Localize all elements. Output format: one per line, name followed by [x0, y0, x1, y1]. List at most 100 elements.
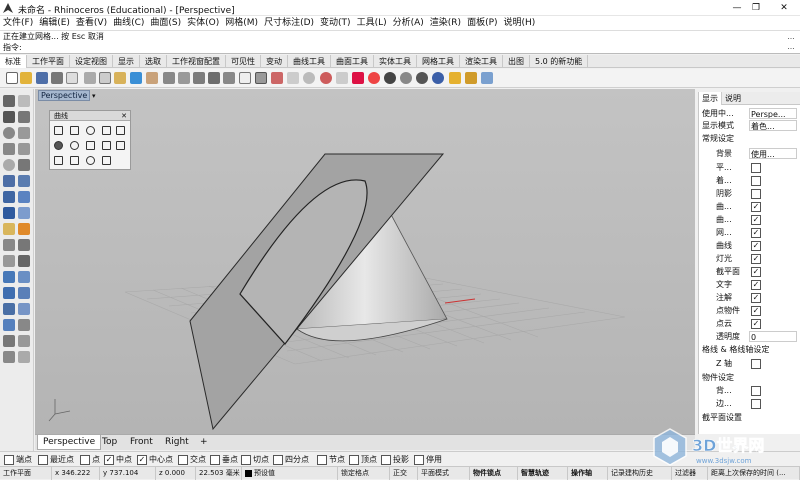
menu-view[interactable]: 查看(V)	[73, 16, 110, 30]
viewport-4-icon[interactable]	[239, 72, 251, 84]
curve-tool-1-icon[interactable]	[54, 126, 63, 135]
osnap-disable[interactable]: 停用	[414, 454, 442, 465]
osnap-intersection[interactable]: 交点	[178, 454, 206, 465]
select-arrow-icon[interactable]	[3, 95, 15, 107]
checkbox[interactable]	[751, 189, 761, 199]
command-options-toggle[interactable]: …	[785, 42, 797, 52]
open-folder-icon[interactable]	[20, 72, 32, 84]
grid-icon[interactable]	[255, 72, 267, 84]
surface-corner-icon[interactable]	[3, 175, 15, 187]
text-icon[interactable]	[18, 319, 30, 331]
group-icon[interactable]	[3, 351, 15, 363]
osnap-vertex[interactable]: 顶点	[349, 454, 377, 465]
add-viewport-button[interactable]: +	[195, 435, 213, 450]
perspective-viewport[interactable]	[35, 89, 695, 434]
floating-toolbar-close-icon[interactable]: ✕	[121, 111, 127, 121]
array-icon[interactable]	[18, 303, 30, 315]
surface-edges-icon[interactable]	[18, 175, 30, 187]
tab-viewport-layout[interactable]: 工作视窗配置	[167, 55, 226, 68]
mesh-icon[interactable]	[3, 207, 15, 219]
new-file-icon[interactable]	[6, 72, 18, 84]
menu-render[interactable]: 渲染(R)	[427, 16, 464, 30]
osnap-near[interactable]: 最近点	[38, 454, 74, 465]
tab-curve-tools[interactable]: 曲线工具	[288, 55, 331, 68]
checkbox[interactable]	[210, 454, 220, 465]
checkbox[interactable]	[273, 454, 283, 465]
select-icon[interactable]	[271, 72, 283, 84]
freeform-icon[interactable]	[18, 159, 30, 171]
polyline-icon[interactable]	[3, 111, 15, 123]
pan-hand-icon[interactable]	[146, 72, 158, 84]
copy-icon[interactable]	[99, 72, 111, 84]
checkbox-checked[interactable]: ✓	[104, 454, 114, 465]
checkbox-checked[interactable]: ✓	[751, 215, 761, 225]
curve-tool-5-icon[interactable]	[116, 126, 125, 135]
rendered-sphere-icon[interactable]	[416, 72, 428, 84]
curve-icon[interactable]	[18, 111, 30, 123]
curve-tool-11-icon[interactable]	[54, 156, 63, 165]
osnap-center[interactable]: ✓ 中心点	[137, 454, 173, 465]
solid-icon[interactable]	[18, 207, 30, 219]
light-bulb-icon[interactable]	[449, 72, 461, 84]
curve-tool-10-icon[interactable]	[116, 141, 125, 150]
checkbox[interactable]	[751, 399, 761, 409]
display-mode-select[interactable]: 着色...	[749, 120, 797, 131]
curve-tool-2-icon[interactable]	[70, 126, 79, 135]
help-icon[interactable]	[481, 72, 493, 84]
print-icon[interactable]	[51, 72, 63, 84]
zoom-icon[interactable]	[178, 72, 190, 84]
osnap-mid[interactable]: ✓ 中点	[104, 454, 132, 465]
viewport-tab-front[interactable]: Front	[125, 435, 158, 450]
checkbox[interactable]	[751, 176, 761, 186]
point-icon[interactable]	[18, 95, 30, 107]
status-grid-snap[interactable]: 锁定格点	[338, 467, 390, 480]
curve-tool-6-icon[interactable]	[54, 141, 63, 150]
check-icon[interactable]	[18, 335, 30, 347]
curve-tool-12-icon[interactable]	[70, 156, 79, 165]
menu-tools[interactable]: 工具(L)	[354, 16, 390, 30]
curve-tool-7-icon[interactable]	[70, 141, 79, 150]
command-history-toggle[interactable]: …	[785, 32, 797, 42]
checkbox[interactable]	[751, 163, 761, 173]
analyze-icon[interactable]	[3, 335, 15, 347]
paste-icon[interactable]	[114, 72, 126, 84]
osnap-perp[interactable]: 垂点	[210, 454, 238, 465]
explode-icon[interactable]	[18, 255, 30, 267]
checkbox[interactable]	[241, 454, 251, 465]
status-layer[interactable]: 预设值	[242, 467, 338, 480]
save-icon[interactable]	[36, 72, 48, 84]
viewport-tab-right[interactable]: Right	[160, 435, 194, 450]
scale-icon[interactable]	[18, 287, 30, 299]
tab-cplane[interactable]: 工作平面	[27, 55, 70, 68]
viewport-tab-perspective[interactable]: Perspective	[37, 435, 102, 450]
checkbox-checked[interactable]: ✓	[751, 293, 761, 303]
viewport-tab-top[interactable]: Top	[97, 435, 122, 450]
minimize-button[interactable]: —	[727, 2, 747, 14]
viewport-title-label[interactable]: Perspective	[38, 90, 91, 101]
menu-mesh[interactable]: 网格(M)	[222, 16, 261, 30]
trim-icon[interactable]	[3, 239, 15, 251]
light-icon[interactable]	[303, 72, 315, 84]
tab-display[interactable]: 显示	[113, 55, 140, 68]
tab-new-in-v5[interactable]: 5.0 的新功能	[530, 55, 589, 68]
checkbox[interactable]	[751, 359, 761, 369]
import-icon[interactable]	[66, 72, 78, 84]
status-osnap[interactable]: 物件锁点	[470, 467, 518, 480]
material-icon[interactable]	[352, 72, 364, 84]
menu-analyze[interactable]: 分析(A)	[390, 16, 427, 30]
status-planar[interactable]: 平面模式	[418, 467, 470, 480]
cplane-icon[interactable]	[287, 72, 299, 84]
ghosted-sphere-icon[interactable]	[400, 72, 412, 84]
scene-canvas[interactable]	[35, 89, 695, 434]
command-input[interactable]	[22, 43, 790, 53]
rectangle-icon[interactable]	[3, 143, 15, 155]
tab-transform[interactable]: 变动	[261, 55, 288, 68]
checkbox[interactable]	[4, 454, 14, 465]
zoom-window-icon[interactable]	[193, 72, 205, 84]
polygon-icon[interactable]	[18, 143, 30, 155]
move-icon[interactable]	[3, 271, 15, 283]
boolean-icon[interactable]	[3, 223, 15, 235]
background-select[interactable]: 使用...	[749, 148, 797, 159]
checkbox[interactable]	[80, 454, 90, 465]
menu-transform[interactable]: 变动(T)	[317, 16, 354, 30]
